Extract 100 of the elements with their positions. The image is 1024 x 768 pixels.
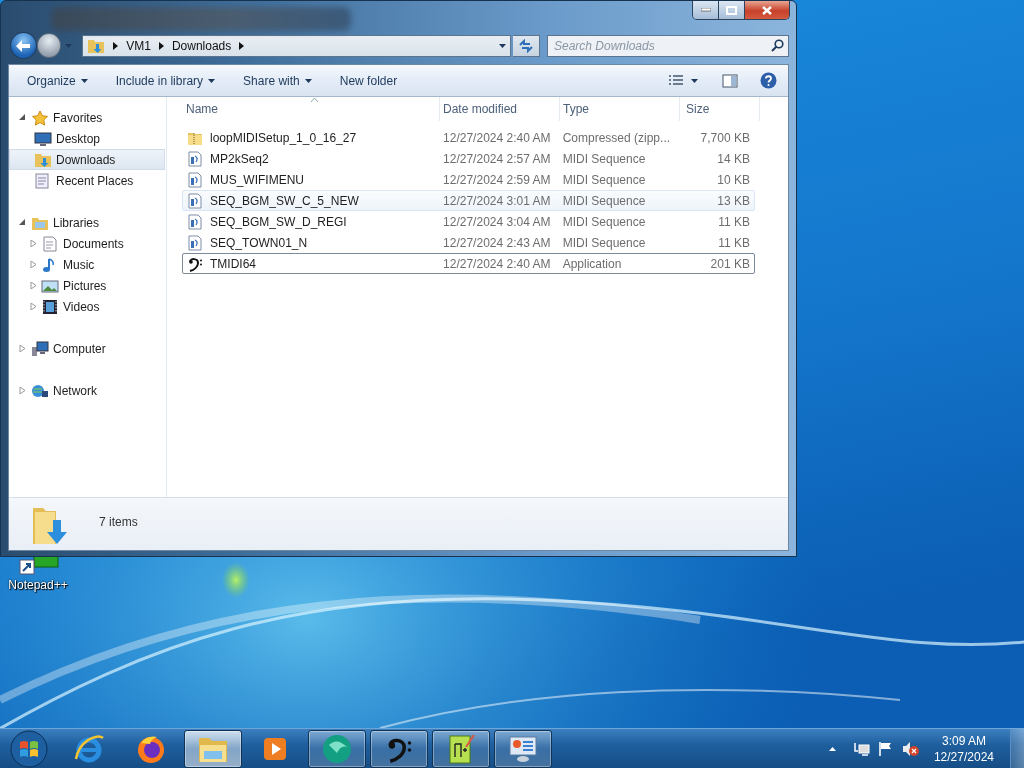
file-row[interactable]: MP2kSeq2 12/27/2024 2:57 AM MIDI Sequence 14 KB [182,148,755,169]
file-name: SEQ_BGM_SW_C_5_NEW [210,193,359,208]
search-field[interactable]: Search Downloads [547,34,789,57]
close-button[interactable] [745,1,789,19]
file-row[interactable]: MUS_WIFIMENU 12/27/2024 2:59 AM MIDI Sequence 10 KB [182,169,755,190]
file-name: MP2kSeq2 [210,151,269,166]
file-row[interactable]: loopMIDISetup_1_0_16_27 12/27/2024 2:40 AM Compressed (zipp... 7,700 KB [182,127,755,148]
preview-pane-button[interactable] [719,71,741,90]
maximize-button[interactable] [719,1,745,19]
details-view-icon [668,74,684,87]
toolbar-button[interactable]: Share with [235,69,320,92]
date-cell-text: 12/27/2024 3:01 AM [442,193,552,208]
size-cell-text: 201 KB [709,256,751,271]
address-bar[interactable]: VM1 Downloads [82,34,512,57]
size-cell-text: 13 KB [716,193,751,208]
nav-item[interactable]: Favorites [9,107,165,128]
file-name: MUS_WIFIMENU [210,172,304,187]
nav-item[interactable]: Documents [9,233,165,254]
date-cell-text: 12/27/2024 2:40 AM [442,256,552,271]
column-header[interactable]: Date modified [440,97,560,121]
maximize-icon [726,5,737,15]
file-name: SEQ_BGM_SW_D_REGI [210,214,347,229]
nav-item[interactable]: Network [9,380,165,401]
midi-file-icon [187,192,203,209]
minimize-button[interactable] [693,1,719,19]
show-hidden-icons-button[interactable] [828,746,836,751]
nav-item[interactable]: Pictures [9,275,165,296]
column-header[interactable]: Type [560,97,680,121]
refresh-button[interactable] [513,34,540,57]
type-cell-text: MIDI Sequence [561,214,647,229]
expander-icon[interactable] [19,114,26,121]
date-cell-text: 12/27/2024 2:59 AM [442,172,552,187]
type-cell-text: Compressed (zipp... [561,130,672,145]
column-header[interactable]: Size [680,97,760,121]
back-button[interactable] [10,32,37,59]
column-header[interactable]: Name [183,97,440,121]
network-globe-icon [31,382,49,399]
size-cell-text: 10 KB [716,172,751,187]
network-button[interactable] [853,740,870,757]
type-cell-text: Application [561,256,623,271]
breadcrumb-item[interactable]: VM1 [126,38,151,53]
type-cell-text: MIDI Sequence [561,235,647,250]
file-row[interactable]: SEQ_TOWN01_N 12/27/2024 2:43 AM MIDI Sequence 11 KB [182,232,755,253]
toolbar-button[interactable]: Include in library [107,69,224,92]
taskbar-button[interactable] [494,729,552,768]
midi-file-icon [187,150,203,167]
caret-up-icon [828,746,836,751]
recent-places-icon [34,172,52,189]
taskbar-button[interactable] [370,729,428,768]
type-cell-text: MIDI Sequence [561,193,647,208]
search-icon [771,38,784,52]
start-orb-icon [10,729,48,768]
close-icon [762,5,772,15]
bass-clef-icon [187,255,203,272]
nav-item[interactable]: Desktop [9,128,165,149]
nav-item[interactable]: Videos [9,296,165,317]
breadcrumb-item[interactable]: Downloads [171,38,232,53]
size-cell-text: 7,700 KB [699,130,751,145]
clock[interactable]: 3:09 AM 12/27/2024 [933,732,994,765]
taskbar-button[interactable] [308,729,366,768]
nav-item[interactable]: Downloads [9,149,165,170]
taskbar-button[interactable] [432,729,490,768]
action-center-button[interactable] [877,740,894,757]
dropdown-caret-icon [304,78,312,83]
nav-item[interactable]: Computer [9,338,165,359]
type-cell-text: MIDI Sequence [561,172,647,187]
app-orb-icon [321,732,353,765]
toolbar-button[interactable]: New folder [331,69,406,92]
computer-icon [31,340,49,357]
monitor-icon [34,130,52,147]
dropdown-caret-icon [208,78,216,83]
forward-button[interactable] [36,33,62,58]
date-cell-text: 12/27/2024 2:57 AM [442,151,552,166]
type-cell-text: MIDI Sequence [561,151,647,166]
help-icon [760,72,777,89]
date-cell-text: 12/27/2024 2:40 AM [442,130,552,145]
nav-item[interactable]: Libraries [9,212,165,233]
file-row[interactable]: TMIDI64 12/27/2024 2:40 AM Application 201 KB [182,253,755,274]
nav-item[interactable]: Recent Places [9,170,165,191]
size-cell-text: 14 KB [716,151,751,166]
file-row[interactable]: SEQ_BGM_SW_D_REGI 12/27/2024 3:04 AM MIDI Sequence 11 KB [182,211,755,232]
toolbar-button[interactable]: Organize [19,69,96,92]
minimize-icon [700,8,711,12]
nav-item[interactable]: Music [9,254,165,275]
notepad-shortcut-icon[interactable] [16,556,60,576]
notepad-icon [446,732,476,765]
file-row[interactable]: SEQ_BGM_SW_C_5_NEW 12/27/2024 3:01 AM MIDI Sequence 13 KB [182,190,755,211]
taskbar-button[interactable] [184,729,242,768]
breadcrumb-arrow-icon[interactable] [158,41,164,50]
network-icon [853,740,870,757]
back-arrow-icon [16,39,31,52]
breadcrumb-arrow-icon[interactable] [113,41,119,50]
expander-icon[interactable] [19,219,26,226]
star-icon [31,109,49,126]
file-name: loopMIDISetup_1_0_16_27 [210,130,357,145]
preview-pane-icon [722,73,738,88]
volume-button[interactable] [901,740,920,757]
play-icon [262,735,288,762]
desktop-icon-label[interactable]: Notepad++ [8,578,68,592]
breadcrumb-arrow-icon[interactable] [239,41,245,50]
